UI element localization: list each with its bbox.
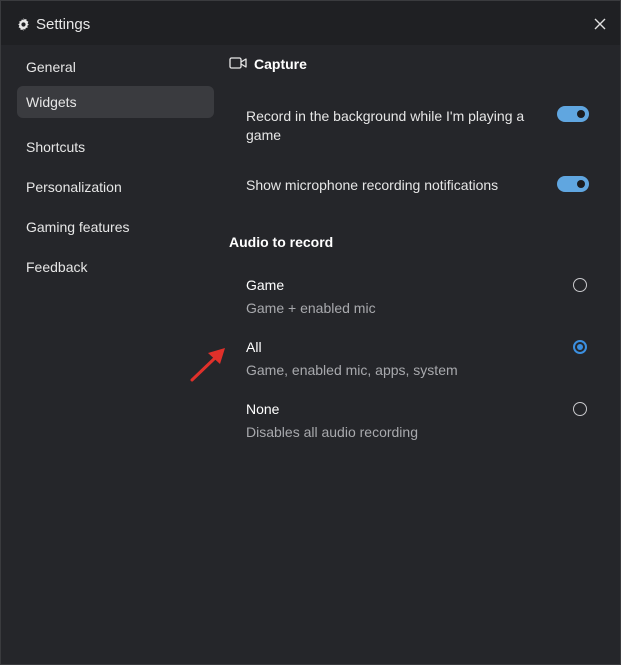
sidebar-item-label: General xyxy=(26,59,76,75)
video-camera-icon xyxy=(229,57,247,69)
mic-notifications-toggle[interactable] xyxy=(557,176,589,192)
toggle-knob xyxy=(577,110,585,118)
audio-option-none-title: None xyxy=(246,401,280,417)
close-icon[interactable] xyxy=(589,13,611,35)
sidebar-item-label: Widgets xyxy=(26,94,77,110)
mic-notifications-label: Show microphone recording notifications xyxy=(246,177,499,193)
audio-option-game-description: Game + enabled mic xyxy=(246,300,376,316)
sidebar-item-label: Gaming features xyxy=(26,219,130,235)
settings-content: Capture Record in the background while I… xyxy=(221,45,620,664)
title-bar: Settings xyxy=(1,1,620,45)
sidebar-item-general[interactable]: General xyxy=(17,51,214,83)
audio-option-none-description: Disables all audio recording xyxy=(246,424,418,440)
sidebar-item-gaming-features[interactable]: Gaming features xyxy=(17,211,214,243)
sidebar-item-label: Feedback xyxy=(26,259,88,275)
audio-option-game-radio[interactable] xyxy=(573,278,587,292)
audio-option-none-radio[interactable] xyxy=(573,402,587,416)
sidebar-item-label: Personalization xyxy=(26,179,122,195)
audio-heading: Audio to record xyxy=(229,234,334,250)
audio-option-game-title: Game xyxy=(246,277,285,293)
annotation-arrow-icon xyxy=(190,348,225,382)
window-title: Settings xyxy=(36,16,91,33)
audio-option-all-description: Game, enabled mic, apps, system xyxy=(246,362,458,378)
settings-window: Settings General Widgets Shortcuts Perso… xyxy=(0,0,621,665)
audio-option-all-radio[interactable] xyxy=(573,340,587,354)
capture-heading: Capture xyxy=(254,56,307,72)
gear-icon xyxy=(18,18,29,31)
sidebar-item-feedback[interactable]: Feedback xyxy=(17,251,214,283)
sidebar-item-widgets[interactable]: Widgets xyxy=(17,86,214,118)
sidebar-item-shortcuts[interactable]: Shortcuts xyxy=(17,131,214,163)
sidebar-item-label: Shortcuts xyxy=(26,139,86,155)
background-recording-toggle[interactable] xyxy=(557,106,589,122)
sidebar-item-personalization[interactable]: Personalization xyxy=(17,171,214,203)
toggle-knob xyxy=(577,180,585,188)
background-recording-label: Record in the background while I'm playi… xyxy=(246,108,525,143)
sidebar: General Widgets Shortcuts Personalizatio… xyxy=(1,45,221,664)
audio-option-all-title: All xyxy=(246,339,262,355)
